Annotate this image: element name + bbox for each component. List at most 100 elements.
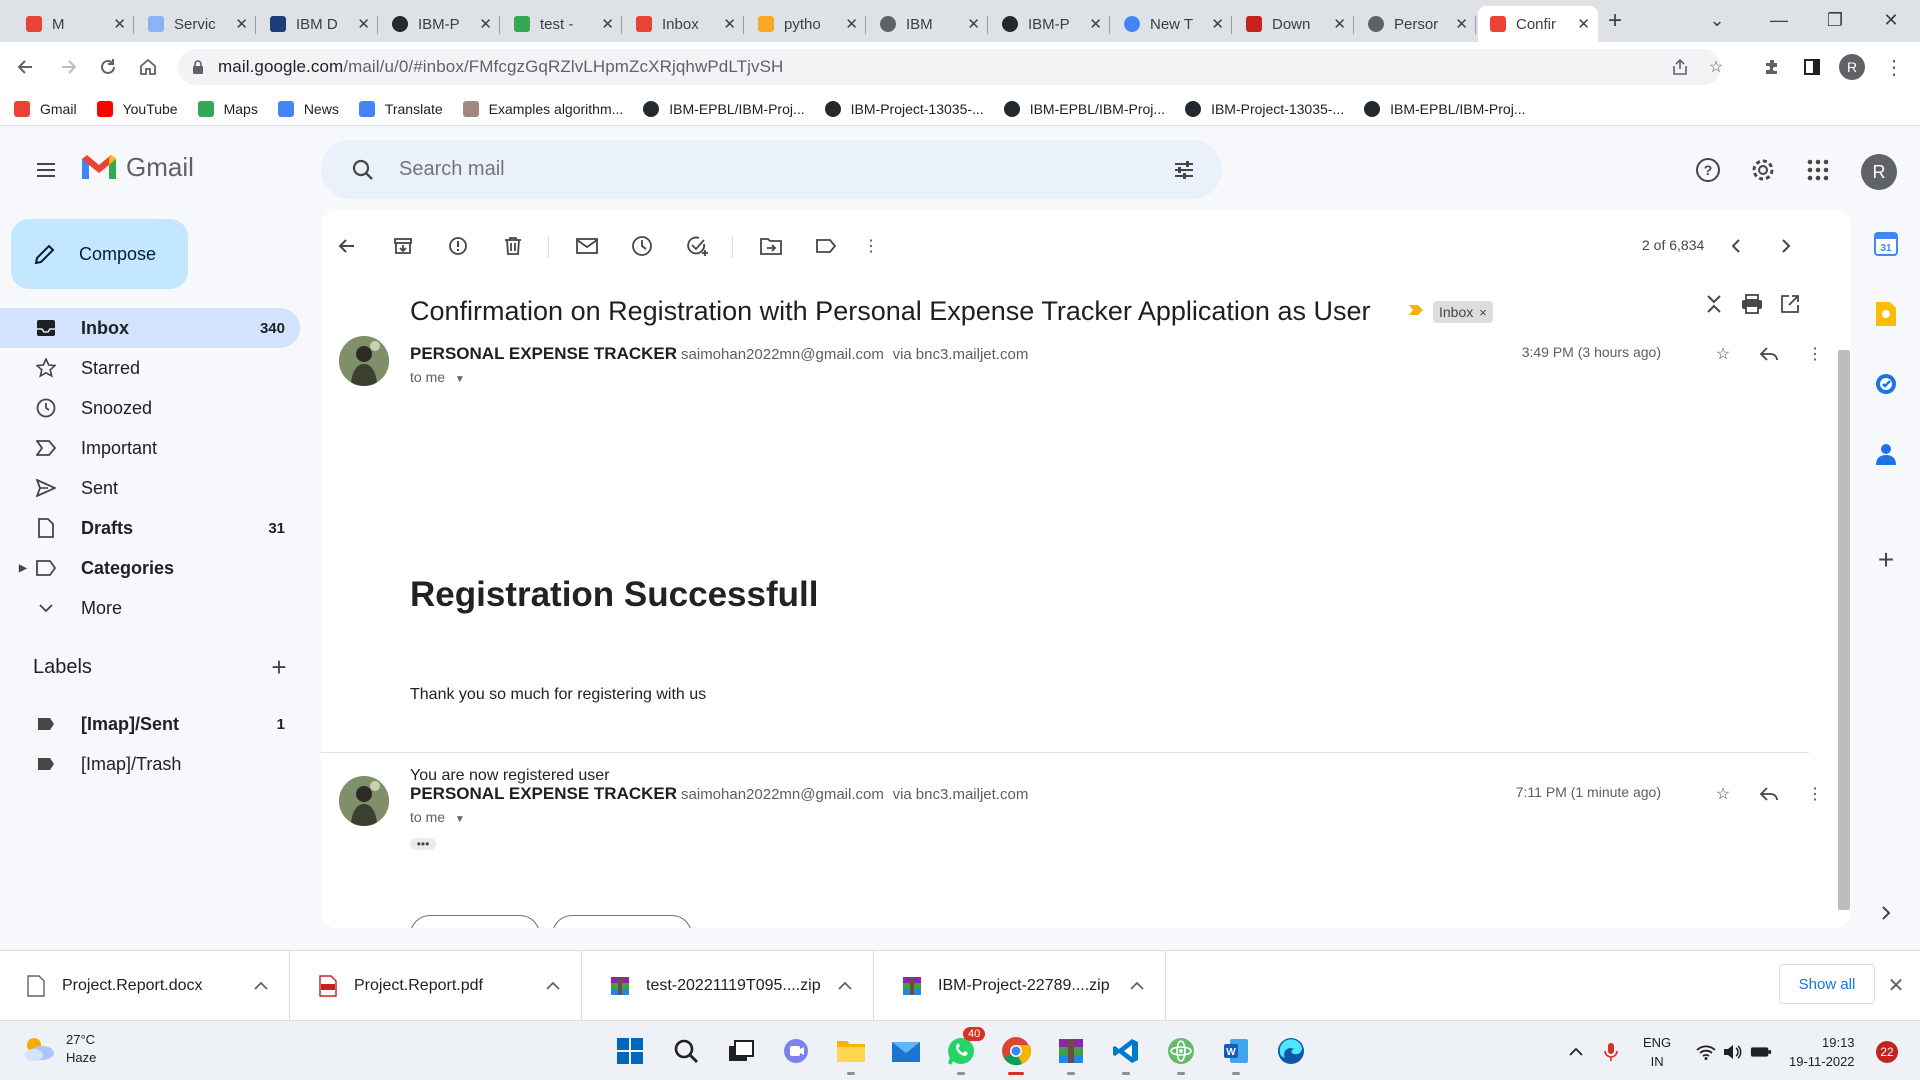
word-icon[interactable]: W (1218, 1033, 1254, 1075)
open-new-window-icon[interactable] (1770, 284, 1810, 324)
compose-button[interactable]: Compose (11, 219, 188, 289)
notification-badge[interactable]: 22 (1876, 1041, 1898, 1063)
close-tab-icon[interactable]: ✕ (1211, 15, 1224, 33)
download-item[interactable]: IBM-Project-22789....zip (876, 951, 1166, 1021)
snooze-icon[interactable] (622, 226, 662, 266)
chrome-icon[interactable] (998, 1033, 1034, 1075)
browser-tab[interactable]: IBM-P ✕ (380, 6, 500, 42)
search-bar[interactable] (321, 140, 1222, 199)
message-more-icon[interactable]: ⋮ (1797, 776, 1833, 812)
nav-item-more[interactable]: More (0, 588, 300, 628)
sender-avatar[interactable] (339, 336, 389, 386)
message-more-icon[interactable]: ⋮ (1797, 336, 1833, 372)
close-tab-icon[interactable]: ✕ (723, 15, 736, 33)
label-item[interactable]: [Imap]/Trash (0, 744, 300, 784)
download-item[interactable]: Project.Report.pdf (292, 951, 582, 1021)
recipient-dropdown[interactable]: to me ▼ (410, 369, 465, 385)
browser-tab[interactable]: IBM ✕ (868, 6, 988, 42)
close-tab-icon[interactable]: ✕ (357, 15, 370, 33)
forward-icon[interactable] (52, 51, 84, 83)
archive-icon[interactable] (383, 226, 423, 266)
bookmark-item[interactable]: IBM-EPBL/IBM-Proj... (643, 100, 805, 117)
browser-tab[interactable]: IBM-P ✕ (990, 6, 1110, 42)
browser-tab[interactable]: New T ✕ (1112, 6, 1232, 42)
close-tab-icon[interactable]: ✕ (235, 15, 248, 33)
battery-icon[interactable] (1750, 1041, 1772, 1063)
omnibox[interactable]: mail.google.com/mail/u/0/#inbox/FMfcgzGq… (178, 49, 1723, 85)
reply-button[interactable] (410, 915, 540, 928)
bookmark-star-icon[interactable]: ☆ (1704, 55, 1728, 79)
older-chevron-icon[interactable] (1766, 226, 1806, 266)
star-message-icon[interactable]: ☆ (1705, 336, 1741, 372)
sender-avatar[interactable] (339, 776, 389, 826)
delete-icon[interactable] (493, 226, 533, 266)
browser-tab[interactable]: Down ✕ (1234, 6, 1354, 42)
nav-item-starred[interactable]: Starred (0, 348, 300, 388)
microphone-icon[interactable] (1600, 1041, 1622, 1063)
nav-item-drafts[interactable]: Drafts 31 (0, 508, 300, 548)
back-to-inbox-icon[interactable] (327, 226, 367, 266)
settings-gear-icon[interactable] (1743, 150, 1783, 190)
nav-item-categories[interactable]: ▶ Categories (0, 548, 300, 588)
bookmark-item[interactable]: News (277, 100, 339, 117)
print-icon[interactable] (1732, 284, 1772, 324)
tasks-icon[interactable] (1872, 370, 1900, 398)
download-item[interactable]: test-20221119T095....zip (584, 951, 874, 1021)
show-trimmed-content-button[interactable]: ••• (410, 838, 436, 850)
edge-icon[interactable] (1273, 1033, 1309, 1069)
via-domain[interactable]: bnc3.mailjet.com (916, 346, 1029, 363)
account-avatar[interactable]: R (1861, 154, 1897, 190)
taskbar-search-icon[interactable] (668, 1033, 704, 1069)
star-message-icon[interactable]: ☆ (1705, 776, 1741, 812)
close-downloads-icon[interactable]: ✕ (1884, 973, 1908, 997)
bookmark-item[interactable]: Translate (358, 100, 443, 117)
sender-name[interactable]: PERSONAL EXPENSE TRACKER (410, 344, 677, 363)
calendar-icon[interactable]: 31 (1872, 230, 1900, 258)
maximize-button[interactable]: ❐ (1812, 0, 1858, 40)
download-options-chevron[interactable] (545, 978, 561, 994)
close-tab-icon[interactable]: ✕ (479, 15, 492, 33)
newer-chevron-icon[interactable] (1716, 226, 1756, 266)
browser-tab[interactable]: Confir ✕ (1478, 6, 1598, 42)
search-icon[interactable] (339, 146, 387, 194)
nav-item-snoozed[interactable]: Snoozed (0, 388, 300, 428)
report-spam-icon[interactable] (438, 226, 478, 266)
new-tab-button[interactable]: + (1601, 6, 1629, 36)
important-marker-icon[interactable] (1408, 304, 1424, 316)
bookmark-item[interactable]: Maps (197, 100, 258, 117)
get-addons-icon[interactable]: + (1872, 544, 1900, 575)
scrollbar[interactable] (1838, 350, 1850, 910)
add-to-tasks-icon[interactable] (677, 226, 717, 266)
help-icon[interactable]: ? (1688, 150, 1728, 190)
bookmark-item[interactable]: IBM-Project-13035-... (824, 100, 984, 117)
label-icon[interactable] (806, 226, 846, 266)
close-tab-icon[interactable]: ✕ (1455, 15, 1468, 33)
close-tab-icon[interactable]: ✕ (967, 15, 980, 33)
label-item[interactable]: [Imap]/Sent 1 (0, 704, 300, 744)
close-tab-icon[interactable]: ✕ (113, 15, 126, 33)
more-actions-icon[interactable]: ⋮ (851, 226, 891, 266)
main-menu-icon[interactable] (28, 152, 64, 188)
show-hidden-icons-chevron[interactable] (1565, 1041, 1587, 1063)
keep-icon[interactable] (1872, 300, 1900, 328)
nav-item-important[interactable]: Important (0, 428, 300, 468)
bookmark-item[interactable]: IBM-Project-13035-... (1185, 100, 1344, 117)
browser-tab[interactable]: Persor ✕ (1356, 6, 1476, 42)
download-item[interactable]: Project.Report.docx (0, 951, 290, 1021)
collapse-all-icon[interactable] (1694, 284, 1734, 324)
browser-tab[interactable]: test - ✕ (502, 6, 622, 42)
show-side-panel-icon[interactable] (1872, 899, 1900, 927)
side-panel-icon[interactable] (1796, 51, 1828, 83)
browser-tab[interactable]: Inbox ✕ (624, 6, 744, 42)
close-window-button[interactable]: ✕ (1868, 0, 1914, 40)
nav-item-sent[interactable]: Sent (0, 468, 300, 508)
bookmark-item[interactable]: YouTube (96, 100, 178, 117)
lock-icon[interactable] (192, 60, 204, 74)
expand-caret-icon[interactable]: ▶ (19, 563, 27, 574)
file-explorer-icon[interactable] (833, 1033, 869, 1075)
nav-item-inbox[interactable]: Inbox 340 (0, 308, 300, 348)
atom-icon[interactable] (1163, 1033, 1199, 1075)
weather-widget[interactable]: 27°C Haze (22, 1031, 96, 1067)
via-domain[interactable]: bnc3.mailjet.com (916, 786, 1029, 803)
browser-tab[interactable]: IBM D ✕ (258, 6, 378, 42)
